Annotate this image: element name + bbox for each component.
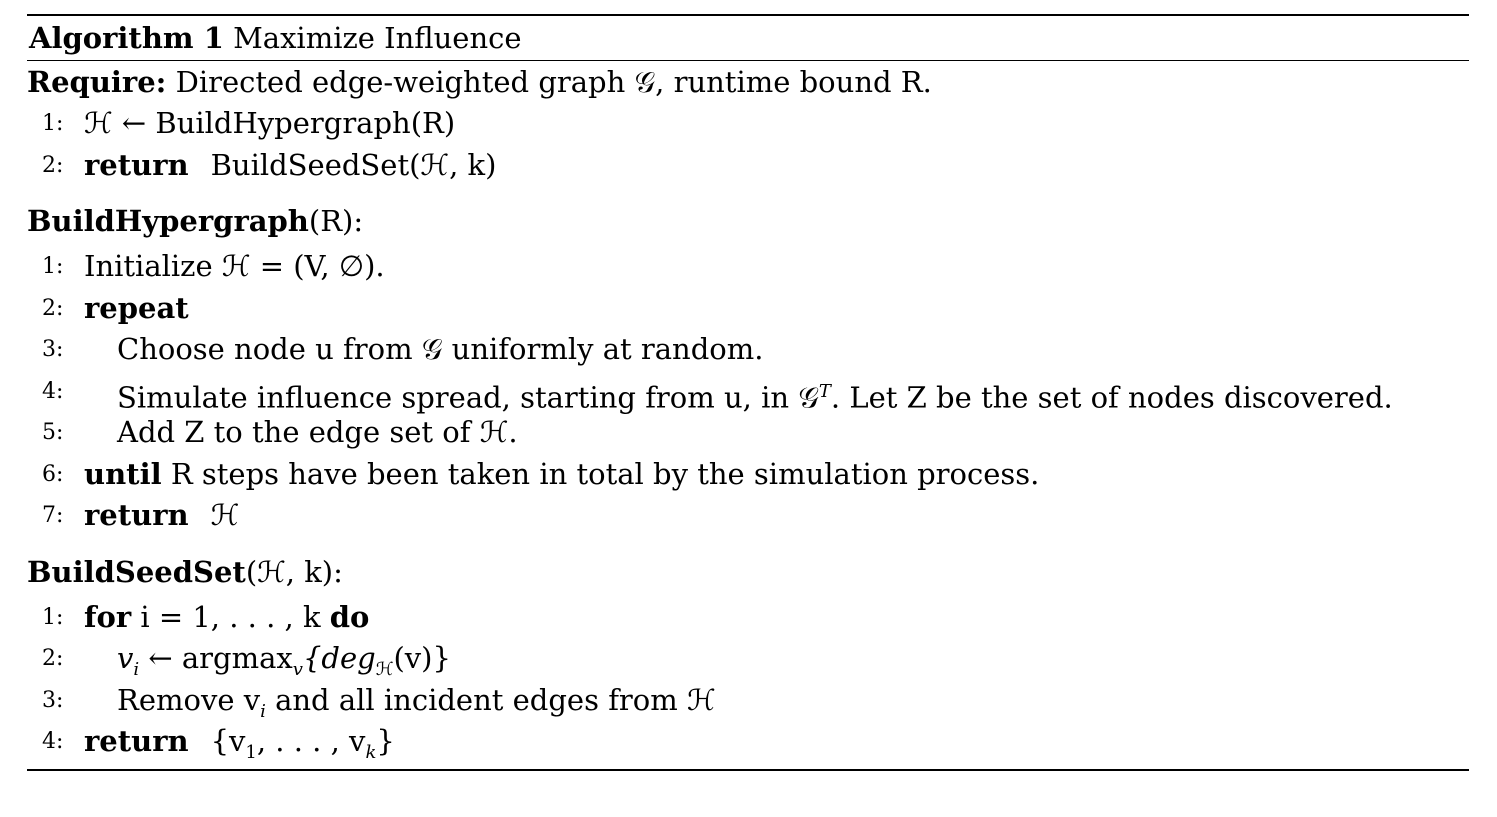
line-text: R steps have been taken in total by the … bbox=[170, 456, 1040, 491]
keyword-repeat: repeat bbox=[84, 290, 189, 325]
line-number: 3: bbox=[42, 337, 64, 362]
bs-line-2: 2: vi ← argmaxv{degℋ(v)} bbox=[27, 638, 1469, 680]
bs-line-1: 1: for i = 1, . . . , k do bbox=[27, 597, 1469, 639]
line-text-after: , . . . , v bbox=[256, 724, 366, 758]
line-number: 2: bbox=[42, 646, 64, 671]
bh-line-4: 4: Simulate influence spread, starting f… bbox=[27, 371, 1469, 415]
line-number: 1: bbox=[42, 604, 64, 630]
superscript: T bbox=[818, 380, 831, 402]
line-text-after: } bbox=[376, 724, 395, 758]
keyword-for: for bbox=[84, 599, 132, 634]
bh-line-3: 3: Choose node u from 𝒢 uniformly at ran… bbox=[27, 329, 1469, 371]
algorithm-label: Algorithm 1 bbox=[29, 21, 224, 55]
require-line: Require: Directed edge-weighted graph 𝒢,… bbox=[27, 61, 1469, 103]
line-text: Simulate influence spread, starting from… bbox=[117, 380, 819, 415]
subscript: 1 bbox=[245, 741, 257, 763]
procedure-name: BuildHypergraph bbox=[27, 204, 309, 238]
algorithm-title: Algorithm 1 Maximize Influence bbox=[27, 16, 1469, 60]
algorithm-name: Maximize Influence bbox=[233, 21, 522, 55]
main-line-2: 2: return BuildSeedSet(ℋ, k) bbox=[27, 145, 1469, 187]
line-text: Choose node u from 𝒢 uniformly at random… bbox=[117, 332, 764, 366]
line-text: ℋ bbox=[210, 498, 240, 532]
line-number: 2: bbox=[42, 152, 64, 178]
line-number: 1: bbox=[42, 254, 64, 279]
line-number: 3: bbox=[42, 687, 64, 713]
require-text: Directed edge-weighted graph 𝒢, runtime … bbox=[175, 65, 932, 99]
line-text: {v bbox=[210, 724, 246, 758]
line-text-after: and all incident edges from ℋ bbox=[265, 682, 716, 717]
bh-line-2: 2: repeat bbox=[27, 288, 1469, 330]
line-text: Initialize ℋ = (V, ∅). bbox=[84, 249, 385, 283]
procedure-name: BuildSeedSet bbox=[27, 554, 246, 589]
algorithm-block: Algorithm 1 Maximize Influence Require: … bbox=[27, 14, 1469, 771]
subscript: v bbox=[292, 658, 303, 680]
bh-line-6: 6: until R steps have been taken in tota… bbox=[27, 454, 1469, 496]
procedure-params: (ℋ, k): bbox=[245, 554, 343, 589]
line-number: 4: bbox=[42, 378, 64, 404]
line-text: i = 1, . . . , k bbox=[140, 599, 321, 634]
keyword-until: until bbox=[84, 456, 162, 491]
keyword-do: do bbox=[329, 599, 370, 634]
line-text: BuildSeedSet(ℋ, k) bbox=[210, 147, 497, 182]
main-line-1: 1: ℋ ← BuildHypergraph(R) bbox=[27, 103, 1469, 145]
var-v: v bbox=[117, 641, 134, 675]
keyword-return: return bbox=[84, 147, 189, 182]
line-text-after: {deg bbox=[302, 641, 376, 675]
line-number: 2: bbox=[42, 295, 64, 321]
line-text: Add Z to the edge set of ℋ. bbox=[117, 415, 518, 449]
require-label: Require: bbox=[27, 65, 167, 99]
bh-line-5: 5: Add Z to the edge set of ℋ. bbox=[27, 412, 1469, 454]
line-text-after: ← argmax bbox=[139, 641, 293, 675]
build-hypergraph-header: BuildHypergraph(R): bbox=[27, 196, 1469, 246]
subscript: ℋ bbox=[375, 658, 394, 680]
line-number: 5: bbox=[42, 420, 64, 445]
line-text-after: (v)} bbox=[393, 641, 451, 675]
keyword-return: return bbox=[84, 724, 189, 758]
bh-line-7: 7: return ℋ bbox=[27, 495, 1469, 537]
bh-line-1: 1: Initialize ℋ = (V, ∅). bbox=[27, 246, 1469, 288]
line-text-after: . Let Z be the set of nodes discovered. bbox=[830, 380, 1393, 415]
bs-line-3: 3: Remove vi and all incident edges from… bbox=[27, 680, 1469, 722]
procedure-params: (R): bbox=[308, 204, 364, 238]
subscript: k bbox=[365, 741, 377, 763]
build-seedset-header: BuildSeedSet(ℋ, k): bbox=[27, 547, 1469, 597]
bs-line-4: 4: return {v1, . . . , vk} bbox=[27, 721, 1469, 763]
keyword-return: return bbox=[84, 498, 189, 532]
line-number: 6: bbox=[42, 461, 64, 487]
line-number: 4: bbox=[42, 729, 64, 754]
line-number: 7: bbox=[42, 503, 64, 528]
line-number: 1: bbox=[42, 111, 64, 136]
line-text: Remove v bbox=[117, 682, 261, 717]
line-text: ℋ ← BuildHypergraph(R) bbox=[84, 106, 456, 140]
